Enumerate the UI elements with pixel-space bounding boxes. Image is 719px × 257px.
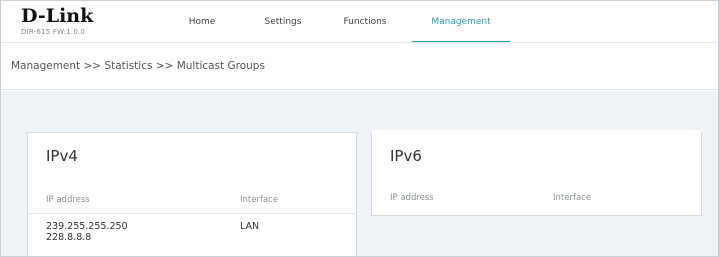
router-admin-page: D-Link DIR-615 FW:1.0.0 Home Settings Fu… bbox=[0, 0, 719, 257]
ipv4-row-interface-cell: LAN bbox=[240, 221, 260, 232]
nav-settings[interactable]: Settings bbox=[249, 1, 317, 43]
ipv6-title: IPv6 bbox=[390, 147, 422, 165]
top-header: D-Link DIR-615 FW:1.0.0 Home Settings Fu… bbox=[1, 1, 718, 43]
ipv6-interface-column-header: Interface bbox=[553, 193, 592, 203]
nav-management[interactable]: Management bbox=[412, 1, 510, 43]
ipv4-card: IPv4 IP address Interface 239.255.255.25… bbox=[27, 132, 357, 256]
breadcrumb-bar: Management >> Statistics >> Multicast Gr… bbox=[1, 43, 718, 90]
ipv4-interface-column-header: Interface bbox=[240, 195, 279, 205]
nav-functions[interactable]: Functions bbox=[333, 1, 397, 43]
content-area: IPv4 IP address Interface 239.255.255.25… bbox=[1, 91, 718, 256]
ipv6-card: IPv6 IP address Interface bbox=[371, 130, 702, 216]
ipv6-ip-column-header: IP address bbox=[390, 193, 434, 203]
ipv4-row-ip-cell: 239.255.255.250 228.8.8.8 bbox=[46, 221, 128, 243]
ipv4-ip-address: 228.8.8.8 bbox=[46, 232, 92, 243]
nav-home[interactable]: Home bbox=[174, 1, 230, 43]
ipv4-ip-address: 239.255.255.250 bbox=[46, 221, 128, 232]
breadcrumb: Management >> Statistics >> Multicast Gr… bbox=[11, 60, 265, 72]
ipv4-title: IPv4 bbox=[46, 147, 78, 165]
ipv4-ip-column-header: IP address bbox=[46, 195, 90, 205]
main-nav: Home Settings Functions Management bbox=[1, 1, 718, 43]
ipv4-header-divider bbox=[28, 213, 356, 214]
header-divider bbox=[1, 42, 718, 43]
